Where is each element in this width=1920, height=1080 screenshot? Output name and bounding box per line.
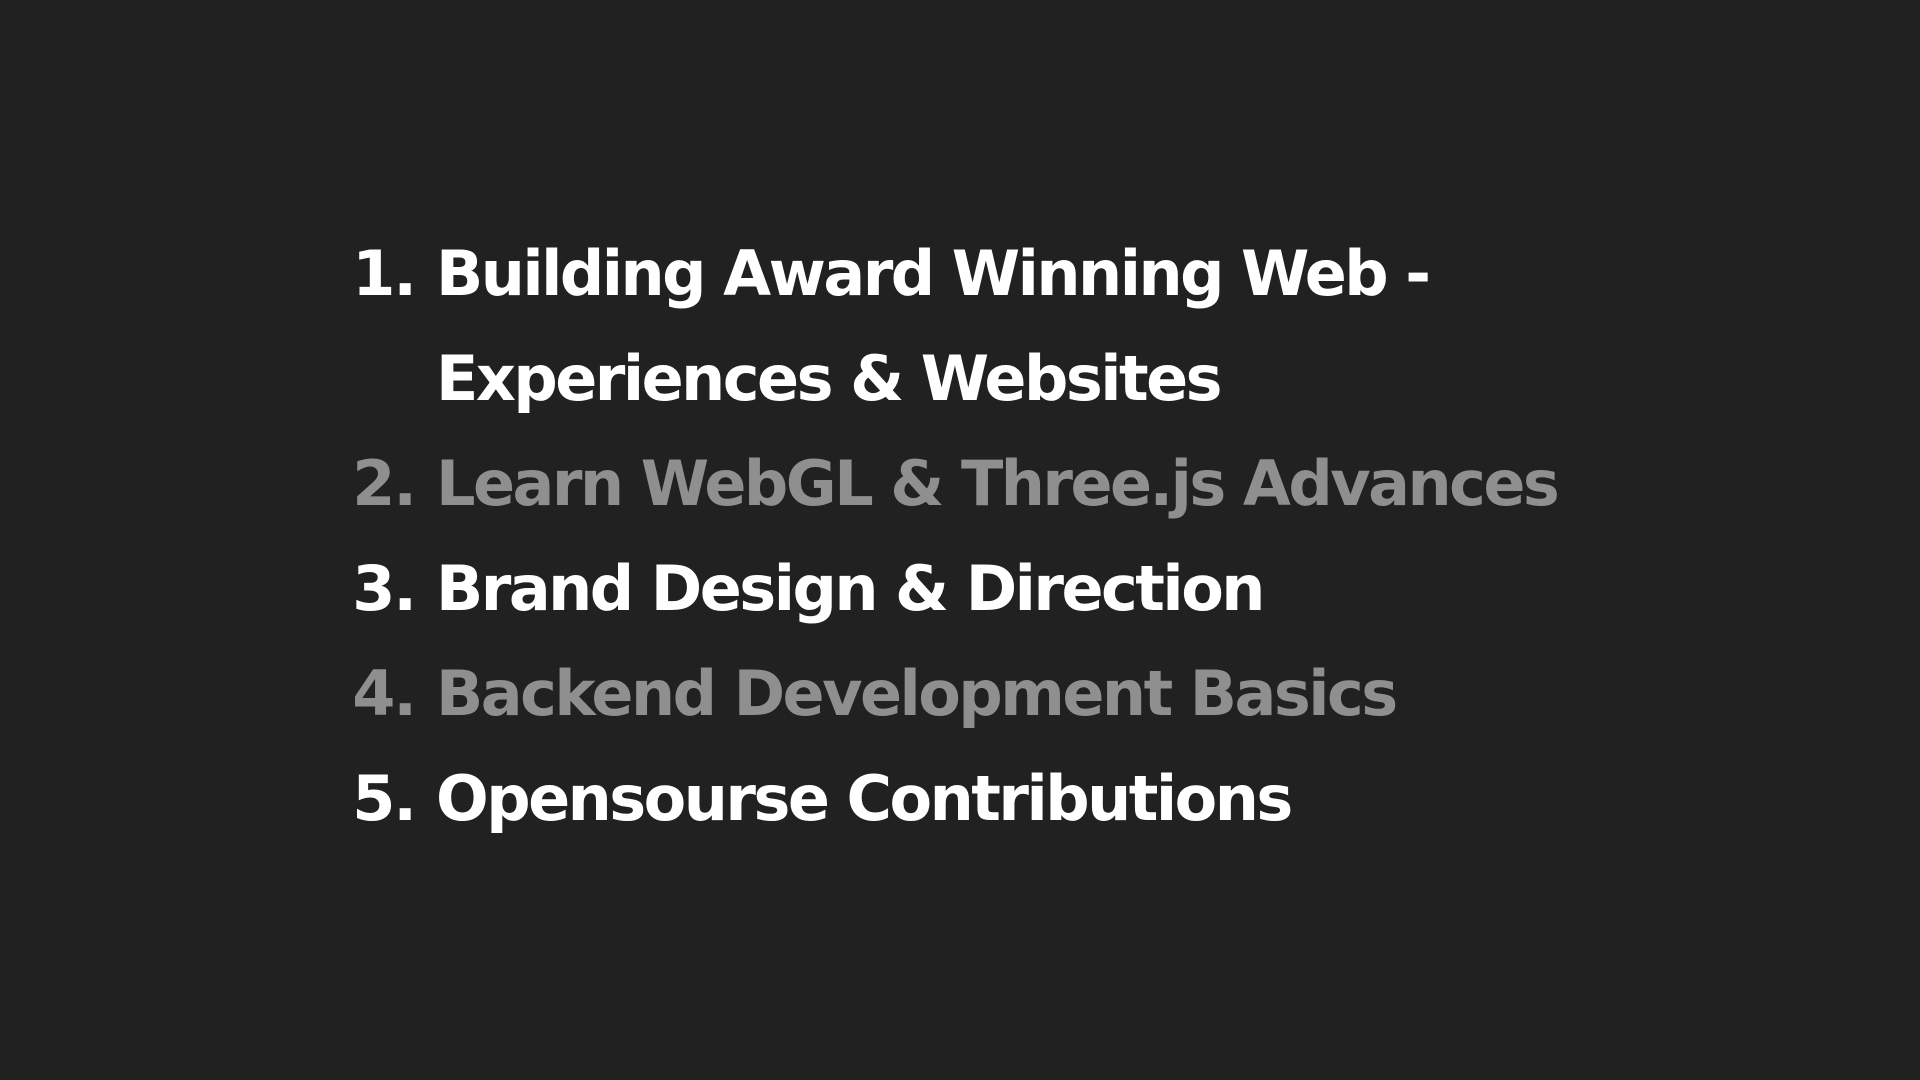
list-item-1-continuation: Experiences & Websites [0, 326, 1920, 431]
list-item-number: 1. [352, 237, 417, 310]
list-item-text: Brand Design & Direction [436, 552, 1265, 625]
list-item-2: 2. Learn WebGL & Three.js Advances [0, 431, 1920, 536]
list-item-1: 1. Building Award Winning Web - [0, 221, 1920, 326]
list-item-number: 2. [352, 447, 417, 520]
list-item-5: 5. Opensourse Contributions [0, 746, 1920, 851]
list-item-text: Opensourse Contributions [436, 762, 1293, 835]
list-item-number: 4. [352, 657, 417, 730]
list-item-text: Building Award Winning Web - [436, 237, 1431, 310]
list-item-number: 5. [352, 762, 417, 835]
topics-list: 1. Building Award Winning Web - Experien… [0, 221, 1920, 851]
list-item-4: 4. Backend Development Basics [0, 641, 1920, 746]
list-item-number: 3. [352, 552, 417, 625]
list-item-3: 3. Brand Design & Direction [0, 536, 1920, 641]
list-item-text: Backend Development Basics [436, 657, 1398, 730]
list-item-text: Experiences & Websites [436, 342, 1223, 415]
list-item-text: Learn WebGL & Three.js Advances [436, 447, 1560, 520]
